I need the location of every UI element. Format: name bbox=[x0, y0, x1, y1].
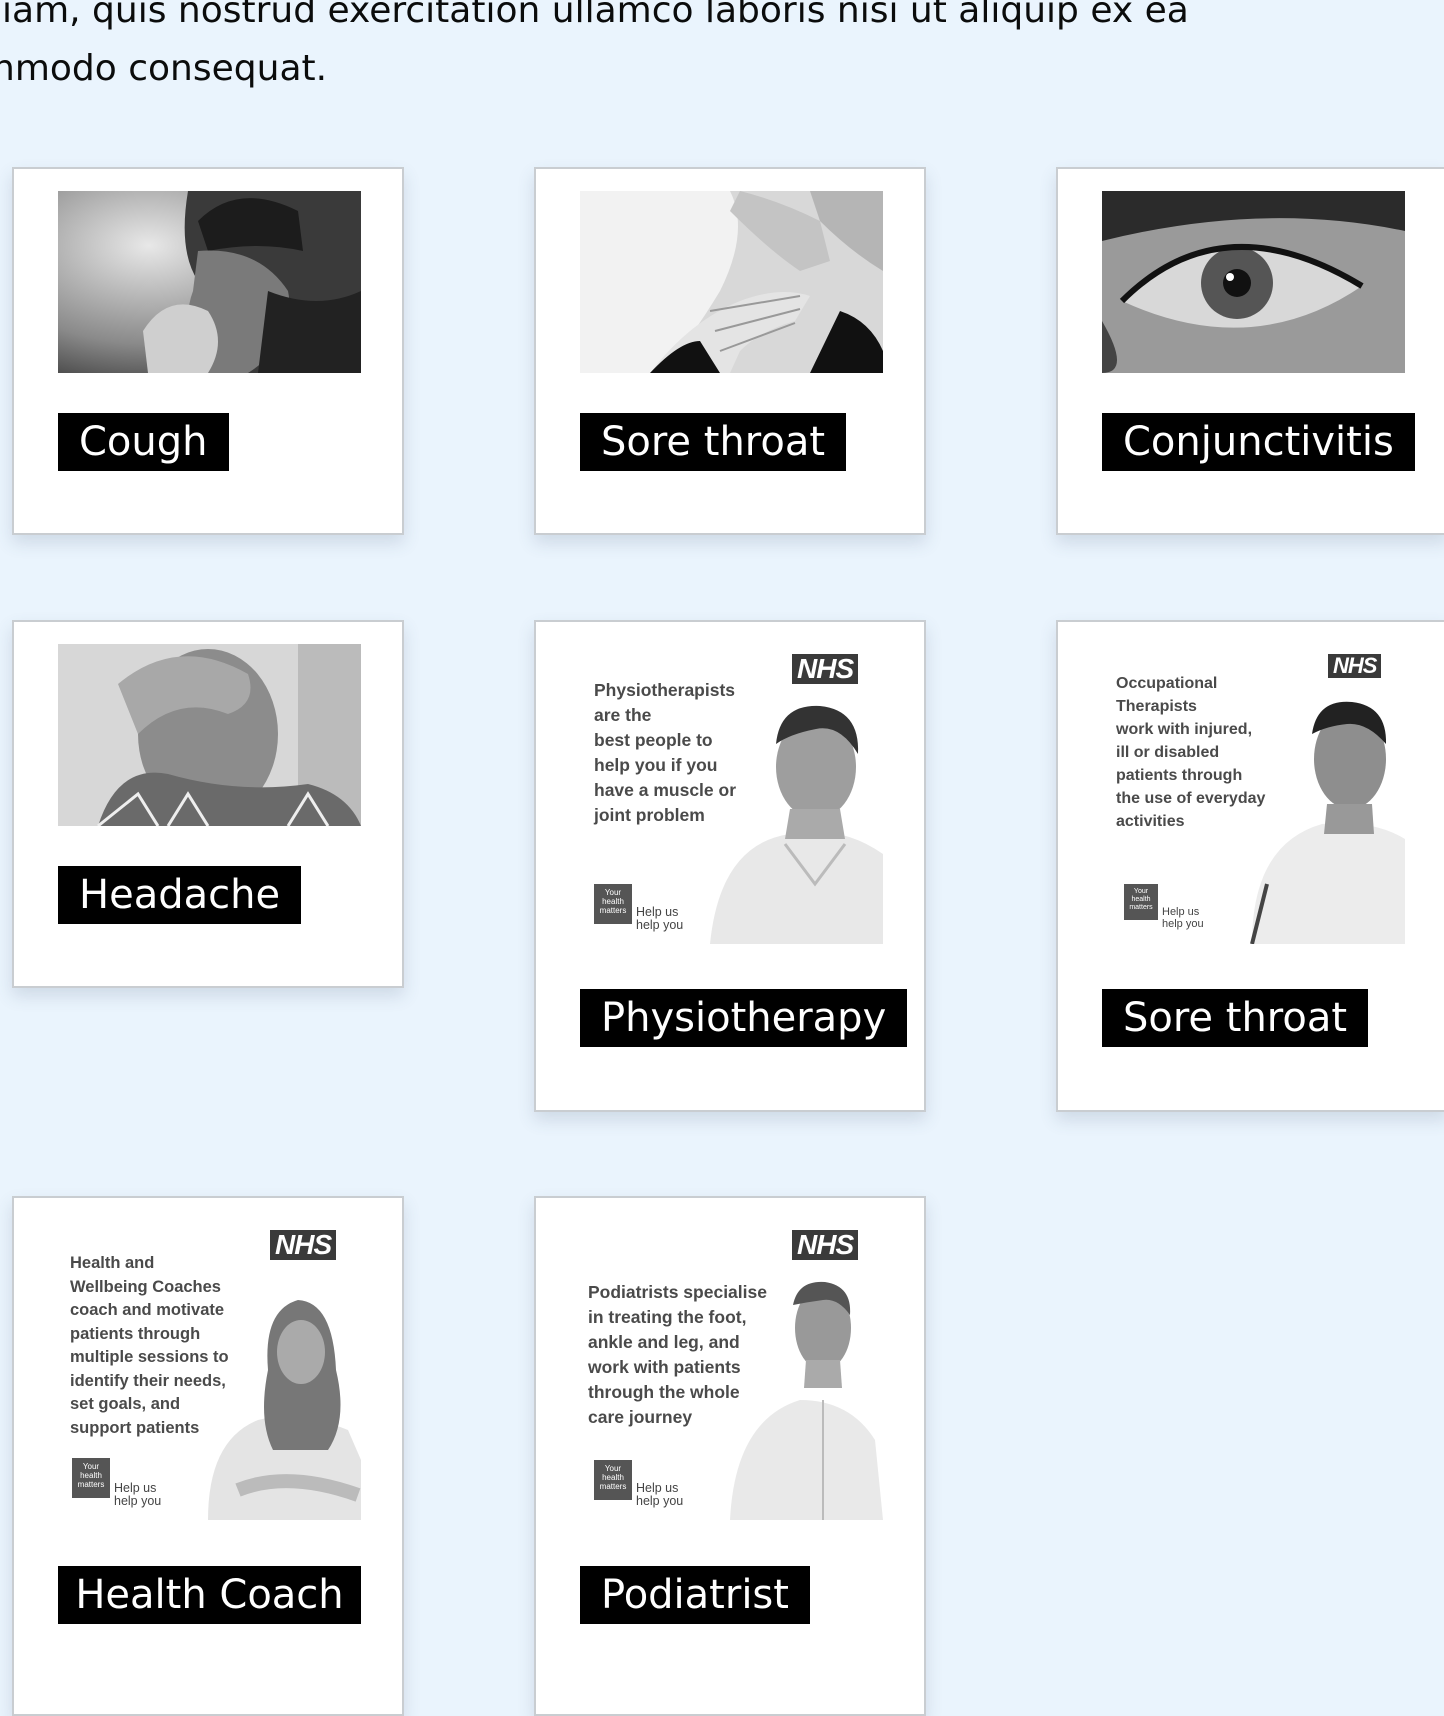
card-label: Podiatrist bbox=[580, 1566, 810, 1624]
woman-holding-throat-photo bbox=[580, 191, 883, 373]
poster-text: Occupational Therapists work with injure… bbox=[1116, 675, 1266, 830]
poster-text: Health and Wellbeing Coaches coach and m… bbox=[70, 1254, 229, 1437]
card-conjunctivitis[interactable]: Conjunctivitis bbox=[1056, 167, 1444, 535]
help-us-help-you-tagline: Help us help you bbox=[636, 1481, 684, 1508]
poster-text: Physiotherapists are the best people to … bbox=[594, 680, 737, 825]
card-headache[interactable]: Headache bbox=[12, 620, 404, 988]
man-with-headache-photo bbox=[58, 644, 361, 826]
card-cough[interactable]: Cough bbox=[12, 167, 404, 535]
help-us-help-you-tagline: Help us help you bbox=[636, 905, 684, 932]
nhs-logo: NHS bbox=[270, 1230, 337, 1260]
card-physiotherapy[interactable]: NHS Physiotherapists are the best people… bbox=[534, 620, 926, 1112]
card-podiatrist[interactable]: NHS Podiatrists specialise in treating t… bbox=[534, 1196, 926, 1716]
card-label: Sore throat bbox=[580, 413, 847, 471]
card-label: Physiotherapy bbox=[580, 989, 908, 1047]
your-health-matters-badge: Your health matters bbox=[1124, 884, 1158, 920]
poster-text: Podiatrists specialise in treating the f… bbox=[588, 1282, 767, 1427]
physiotherapy-poster-image: NHS Physiotherapists are the best people… bbox=[580, 644, 883, 944]
nhs-logo: NHS bbox=[1328, 654, 1382, 678]
card-sore-throat[interactable]: Sore throat bbox=[534, 167, 926, 535]
your-health-matters-badge: Your health matters bbox=[594, 1460, 632, 1500]
podiatrist-poster-image: NHS Podiatrists specialise in treating t… bbox=[580, 1220, 883, 1520]
man-coughing-photo bbox=[58, 191, 361, 373]
card-health-coach[interactable]: NHS Health and Wellbeing Coaches coach a… bbox=[12, 1196, 404, 1716]
intro-line-2: nmodo consequat. bbox=[0, 48, 328, 89]
card-label: Conjunctivitis bbox=[1102, 413, 1415, 471]
card-label: Headache bbox=[58, 866, 302, 924]
card-label: Cough bbox=[58, 413, 229, 471]
card-sore-throat-occupational[interactable]: NHS Occupational Therapists work with in… bbox=[1056, 620, 1444, 1112]
nhs-logo: NHS bbox=[792, 1230, 859, 1260]
card-label: Sore throat bbox=[1102, 989, 1369, 1047]
card-label: Health Coach bbox=[58, 1566, 361, 1624]
your-health-matters-badge: Your health matters bbox=[72, 1458, 110, 1498]
intro-line-1: liam, quis nostrud exercitation ullamco … bbox=[0, 0, 1189, 31]
occupational-therapy-poster-image: NHS Occupational Therapists work with in… bbox=[1102, 644, 1405, 944]
health-coach-poster-image: NHS Health and Wellbeing Coaches coach a… bbox=[58, 1220, 361, 1520]
help-us-help-you-tagline: Help us help you bbox=[114, 1481, 162, 1508]
help-us-help-you-tagline: Help us help you bbox=[1162, 906, 1204, 930]
nhs-logo: NHS bbox=[792, 654, 859, 684]
intro-paragraph: liam, quis nostrud exercitation ullamco … bbox=[0, 0, 1392, 98]
red-eye-photo bbox=[1102, 191, 1405, 373]
your-health-matters-badge: Your health matters bbox=[594, 884, 632, 924]
